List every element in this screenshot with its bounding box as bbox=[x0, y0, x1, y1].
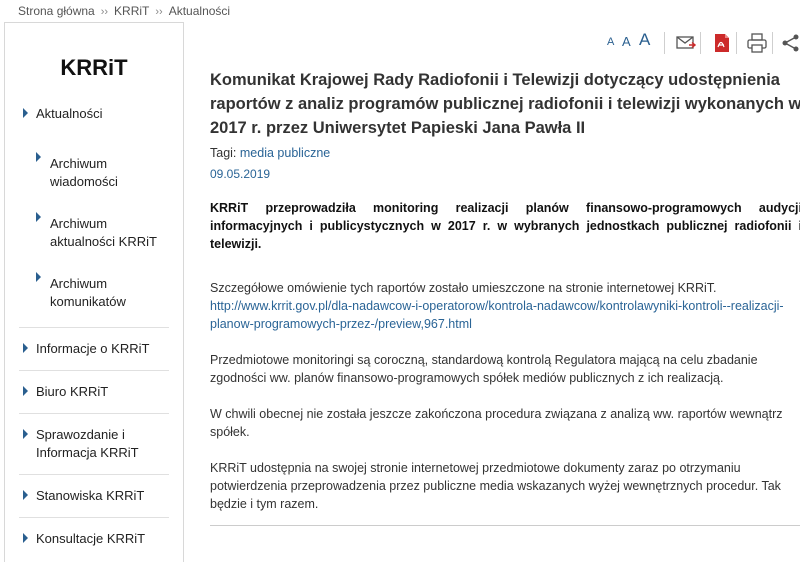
breadcrumb-home[interactable]: Strona główna bbox=[18, 4, 95, 18]
sidebar-item-archiwum-wiadomosci[interactable]: Archiwum wiadomości bbox=[5, 147, 183, 199]
article-divider bbox=[210, 525, 800, 526]
sidebar-item-label: Konsultacje KRRiT bbox=[36, 531, 146, 546]
pdf-icon[interactable] bbox=[712, 33, 732, 53]
tag-link[interactable]: media publiczne bbox=[240, 146, 330, 160]
article-paragraph-1: Szczegółowe omówienie tych raportów zost… bbox=[210, 279, 790, 333]
toolbar-divider bbox=[772, 32, 773, 54]
article-paragraph-2: Przedmiotowe monitoringi są coroczną, st… bbox=[210, 353, 758, 385]
tags-label: Tagi: bbox=[210, 146, 237, 160]
toolbar-divider bbox=[736, 32, 737, 54]
article-date: 09.05.2019 bbox=[210, 167, 271, 181]
sidebar-item-label: Informacje o KRRiT bbox=[36, 341, 150, 356]
sidebar-item-label: Archiwum wiadomości bbox=[50, 156, 118, 189]
report-link[interactable]: http://www.krrit.gov.pl/dla-nadawcow-i-o… bbox=[210, 299, 784, 331]
font-size-large-button[interactable]: A bbox=[639, 30, 650, 50]
sidebar-item-konsultacje[interactable]: Konsultacje KRRiT bbox=[5, 518, 183, 560]
triangle-bullet-icon bbox=[23, 429, 28, 439]
sidebar-item-label: Archiwum aktualności KRRiT bbox=[50, 216, 157, 249]
font-size-small-button[interactable]: A bbox=[607, 36, 614, 48]
sidebar-item-informacje[interactable]: Informacje o KRRiT bbox=[5, 328, 183, 370]
triangle-bullet-icon bbox=[23, 108, 28, 118]
sidebar-item-label: Archiwum komunikatów bbox=[50, 276, 126, 309]
sidebar-item-aktualnosci[interactable]: Aktualności bbox=[5, 97, 183, 131]
breadcrumb-separator: ›› bbox=[155, 6, 163, 18]
sidebar-item-sprawozdanie[interactable]: Sprawozdanie i Informacja KRRiT bbox=[5, 414, 183, 474]
paragraph-text: Szczegółowe omówienie tych raportów zost… bbox=[210, 281, 717, 295]
sidebar-item-archiwum-komunikatow[interactable]: Archiwum komunikatów bbox=[5, 267, 183, 319]
sidebar-item-label: Biuro KRRiT bbox=[36, 384, 109, 399]
print-icon[interactable] bbox=[747, 33, 767, 53]
article-lead: KRRiT przeprowadziła monitoring realizac… bbox=[210, 201, 800, 251]
toolbar-divider bbox=[700, 32, 701, 54]
email-icon[interactable] bbox=[676, 33, 696, 53]
article-paragraph-3: W chwili obecnej nie została jeszcze zak… bbox=[210, 407, 783, 439]
triangle-bullet-icon bbox=[36, 212, 41, 222]
article-tags: Tagi: media publiczne bbox=[210, 146, 800, 160]
share-icon[interactable] bbox=[781, 33, 800, 53]
sidebar-item-stanowiska[interactable]: Stanowiska KRRiT bbox=[5, 475, 183, 517]
sidebar-item-label: Sprawozdanie i Informacja KRRiT bbox=[36, 427, 139, 460]
triangle-bullet-icon bbox=[23, 343, 28, 353]
breadcrumb-krrit[interactable]: KRRiT bbox=[114, 4, 149, 18]
triangle-bullet-icon bbox=[23, 386, 28, 396]
sidebar-item-label: Stanowiska KRRiT bbox=[36, 488, 145, 503]
breadcrumb-aktualnosci[interactable]: Aktualności bbox=[169, 4, 230, 18]
sidebar-item-archiwum-aktualnosci[interactable]: Archiwum aktualności KRRiT bbox=[5, 207, 183, 259]
sidebar-item-label: Aktualności bbox=[36, 106, 103, 121]
triangle-bullet-icon bbox=[36, 272, 41, 282]
sidebar-title: KRRiT bbox=[60, 55, 128, 80]
article-paragraph-4: KRRiT udostępnia na swojej stronie inter… bbox=[210, 461, 781, 511]
article-title: Komunikat Krajowej Rady Radiofonii i Tel… bbox=[210, 71, 800, 137]
font-size-medium-button[interactable]: A bbox=[622, 34, 631, 49]
breadcrumb: Strona główna ›› KRRiT ›› Aktualności bbox=[18, 4, 230, 18]
triangle-bullet-icon bbox=[23, 490, 28, 500]
article: Komunikat Krajowej Rady Radiofonii i Tel… bbox=[210, 68, 800, 526]
triangle-bullet-icon bbox=[36, 152, 41, 162]
sidebar-item-biuro[interactable]: Biuro KRRiT bbox=[5, 371, 183, 413]
breadcrumb-separator: ›› bbox=[100, 6, 109, 18]
toolbar-divider bbox=[664, 32, 665, 54]
sidebar: KRRiT Aktualności Archiwum wiadomości Ar… bbox=[4, 22, 184, 562]
triangle-bullet-icon bbox=[23, 533, 28, 543]
